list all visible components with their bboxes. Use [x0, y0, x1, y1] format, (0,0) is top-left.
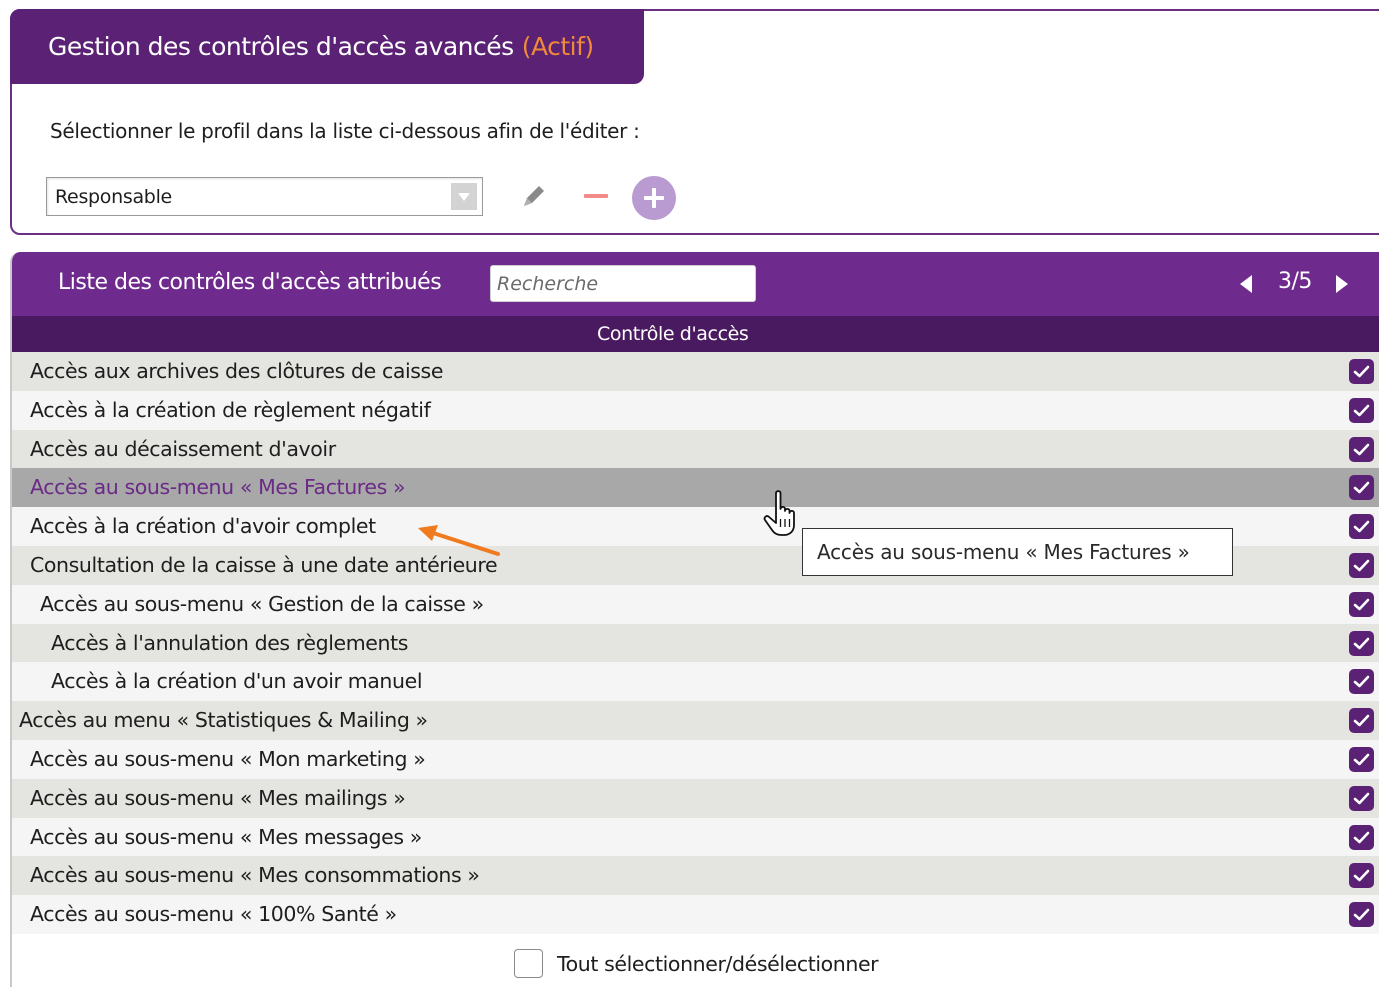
table-row[interactable]: Accès au sous-menu « Gestion de la caiss…	[12, 584, 1379, 624]
checkmark-icon[interactable]	[1349, 863, 1374, 889]
profile-panel: Gestion des contrôles d'accès avancés (A…	[10, 9, 1379, 235]
pagination-label: 3/5	[1278, 269, 1312, 294]
panel-title: Gestion des contrôles d'accès avancés (A…	[10, 9, 644, 84]
access-control-list-panel: Liste des contrôles d'accès attribués 3/…	[10, 252, 1379, 987]
checkmark-icon[interactable]	[1349, 708, 1374, 734]
table-row[interactable]: Accès au décaissement d'avoir	[12, 429, 1379, 469]
table-row[interactable]: Accès à la création de règlement négatif	[12, 390, 1379, 430]
checkmark-icon[interactable]	[1349, 630, 1374, 656]
checkmark-icon[interactable]	[1349, 785, 1374, 811]
row-label: Accès au décaissement d'avoir	[30, 436, 336, 461]
select-all-checkbox[interactable]	[514, 949, 543, 978]
row-label: Accès au sous-menu « Gestion de la caiss…	[40, 591, 484, 616]
row-label: Accès à la création d'avoir complet	[30, 514, 376, 539]
status-badge: (Actif)	[521, 32, 594, 61]
table-row[interactable]: Accès au sous-menu « Mes Factures »	[12, 468, 1379, 508]
checkmark-icon[interactable]	[1349, 436, 1374, 462]
row-label: Accès au sous-menu « 100% Santé »	[30, 902, 397, 927]
table-row[interactable]: Accès au sous-menu « Mon marketing »	[12, 739, 1379, 779]
table-row[interactable]: Accès au sous-menu « Mes messages »	[12, 817, 1379, 857]
plus-circle-icon	[644, 188, 664, 208]
checkmark-icon[interactable]	[1349, 746, 1374, 772]
checkmark-icon[interactable]	[1349, 359, 1374, 384]
checkmark-icon[interactable]	[1349, 397, 1374, 423]
search-input[interactable]	[490, 265, 756, 302]
access-rows: Accès aux archives des clôtures de caiss…	[12, 352, 1379, 934]
row-label: Accès à la création de règlement négatif	[30, 397, 431, 422]
table-row[interactable]: Accès aux archives des clôtures de caiss…	[12, 352, 1379, 391]
hand-pointer-icon	[763, 490, 795, 536]
checkmark-icon[interactable]	[1349, 552, 1374, 578]
table-row[interactable]: Accès au sous-menu « Mes consommations »	[12, 856, 1379, 896]
row-label: Accès aux archives des clôtures de caiss…	[30, 359, 444, 383]
edit-profile-button[interactable]	[517, 179, 551, 213]
list-title: Liste des contrôles d'accès attribués	[58, 270, 442, 295]
row-label: Accès au sous-menu « Mes Factures »	[30, 475, 406, 500]
orange-arrow-icon	[418, 525, 500, 556]
select-all-toggle[interactable]: Tout sélectionner/désélectionner	[514, 949, 879, 978]
profile-select-value: Responsable	[55, 186, 172, 208]
row-label: Accès au sous-menu « Mes consommations »	[30, 863, 480, 888]
triangle-right-icon[interactable]	[1334, 274, 1350, 294]
profile-select[interactable]: Responsable	[46, 177, 483, 216]
add-profile-button[interactable]	[632, 176, 676, 220]
row-label: Accès à l'annulation des règlements	[51, 630, 409, 655]
minus-icon	[584, 194, 608, 198]
checkmark-icon[interactable]	[1349, 514, 1374, 540]
table-row[interactable]: Accès au sous-menu « 100% Santé »	[12, 895, 1379, 934]
row-label: Accès au sous-menu « Mes mailings »	[30, 785, 406, 810]
checkmark-icon[interactable]	[1349, 824, 1374, 850]
table-row[interactable]: Accès au menu « Statistiques & Mailing »	[12, 701, 1379, 740]
checkmark-icon[interactable]	[1349, 669, 1374, 695]
chevron-down-icon[interactable]	[451, 183, 477, 210]
table-row[interactable]: Accès à l'annulation des règlements	[12, 623, 1379, 663]
row-tooltip: Accès au sous-menu « Mes Factures »	[802, 528, 1233, 576]
table-row[interactable]: Accès à la création d'un avoir manuel	[12, 662, 1379, 702]
triangle-left-icon[interactable]	[1238, 274, 1254, 294]
column-header: Contrôle d'accès	[12, 316, 1379, 352]
select-all-label: Tout sélectionner/désélectionner	[557, 951, 879, 976]
column-header-label: Contrôle d'accès	[597, 323, 749, 345]
list-header: Liste des contrôles d'accès attribués 3/…	[12, 252, 1379, 316]
panel-title-text: Gestion des contrôles d'accès avancés	[48, 32, 514, 61]
row-label: Accès au sous-menu « Mon marketing »	[30, 746, 426, 771]
instruction-text: Sélectionner le profil dans la liste ci-…	[50, 119, 640, 143]
row-label: Accès au menu « Statistiques & Mailing »	[19, 708, 428, 733]
pencil-icon	[524, 186, 544, 206]
checkmark-icon[interactable]	[1349, 475, 1374, 501]
table-row[interactable]: Accès au sous-menu « Mes mailings »	[12, 778, 1379, 818]
row-label: Accès à la création d'un avoir manuel	[51, 669, 423, 694]
checkmark-icon[interactable]	[1349, 591, 1374, 617]
row-label: Accès au sous-menu « Mes messages »	[30, 824, 422, 849]
remove-profile-button[interactable]	[579, 179, 613, 213]
checkmark-icon[interactable]	[1349, 902, 1374, 928]
